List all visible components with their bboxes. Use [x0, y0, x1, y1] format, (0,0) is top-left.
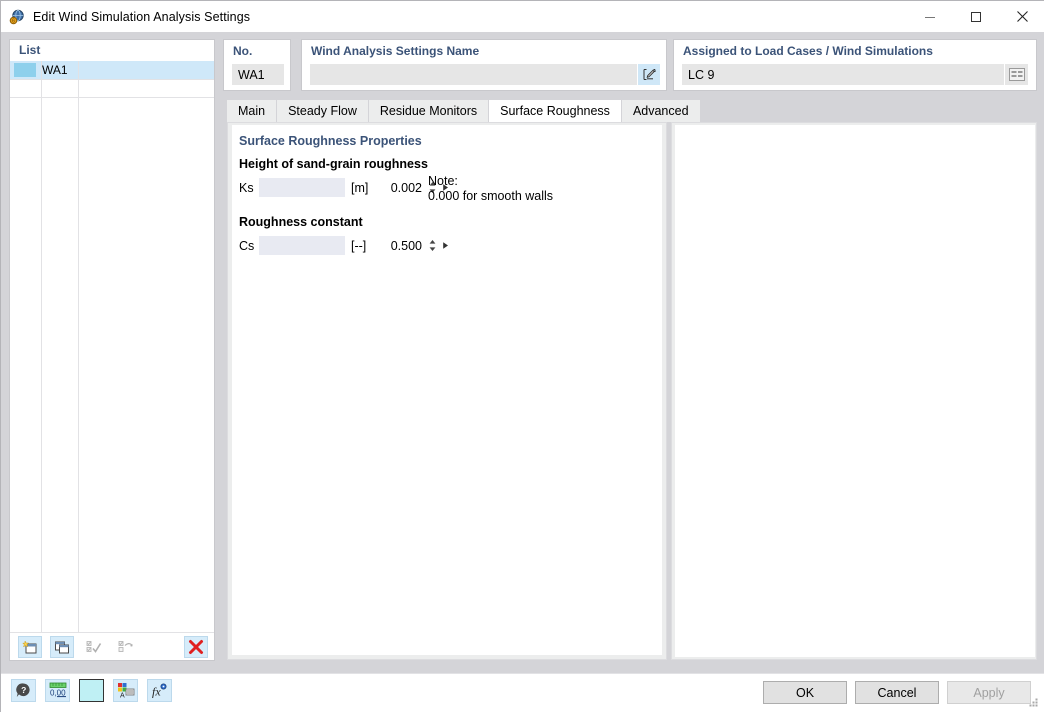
resize-grip[interactable] — [1027, 696, 1039, 708]
dialog-window: 6 Edit Wind Simulation Analysis Settings… — [0, 0, 1044, 712]
resize-grip-icon — [1029, 698, 1038, 707]
tab-filler — [700, 100, 1037, 122]
roughness-constant-group-label: Roughness constant — [239, 215, 363, 229]
window-title: Edit Wind Simulation Analysis Settings — [33, 9, 251, 24]
cs-expand-button[interactable] — [438, 236, 452, 255]
apply-button[interactable]: Apply — [947, 681, 1031, 704]
note-text: Note: 0.000 for smooth walls — [428, 174, 554, 203]
renumber-button[interactable]: A — [113, 679, 138, 702]
svg-text:fx: fx — [152, 685, 161, 699]
delete-icon — [189, 639, 203, 654]
assigned-field-panel: Assigned to Load Cases / Wind Simulation… — [673, 39, 1037, 91]
decimal-places-button[interactable]: 0,00 — [45, 679, 70, 702]
cs-stepper[interactable] — [259, 236, 448, 255]
sand-grain-group-label: Height of sand-grain roughness — [239, 157, 428, 171]
color-swatch-button[interactable] — [79, 679, 104, 702]
ks-stepper[interactable] — [259, 178, 448, 197]
list-toolbar — [10, 632, 214, 660]
name-input[interactable] — [310, 64, 637, 85]
ks-input[interactable] — [259, 179, 426, 196]
tab-content-panel: Surface Roughness Properties Height of s… — [227, 122, 667, 660]
chevron-up-down-icon — [429, 240, 435, 251]
minimize-button[interactable] — [907, 1, 953, 32]
close-icon — [1016, 11, 1028, 22]
ok-button[interactable]: OK — [763, 681, 847, 704]
formula-fx-icon: fx — [152, 683, 166, 699]
list-panel: List WA1 — [9, 39, 215, 661]
color-swatch-icon — [14, 63, 36, 77]
list-rows: WA1 — [10, 61, 214, 639]
cs-symbol-label: Cs — [239, 239, 255, 253]
maximize-icon — [971, 11, 981, 22]
no-input[interactable] — [232, 64, 284, 85]
no-field-label: No. — [233, 44, 253, 58]
section-title: Surface Roughness Properties — [239, 134, 422, 148]
title-bar: 6 Edit Wind Simulation Analysis Settings — [1, 1, 1044, 32]
grid-line — [10, 97, 214, 98]
assigned-field-label: Assigned to Load Cases / Wind Simulation… — [683, 44, 933, 58]
tab-strip: Main Steady Flow Residue Monitors Surfac… — [227, 100, 1037, 122]
tab-steady-flow[interactable]: Steady Flow — [277, 100, 369, 122]
edit-pencil-icon — [643, 69, 655, 80]
close-button[interactable] — [999, 1, 1044, 32]
ks-symbol-label: Ks — [239, 181, 254, 195]
ks-unit-label: [m] — [351, 181, 369, 195]
edit-name-button[interactable] — [638, 64, 660, 85]
tab-label: Residue Monitors — [379, 104, 478, 118]
tab-label: Surface Roughness — [500, 104, 610, 118]
help-question-icon: ? — [16, 683, 30, 697]
invert-selection-icon — [118, 640, 133, 652]
preview-area[interactable] — [675, 125, 1035, 657]
no-field-panel: No. — [223, 39, 291, 91]
new-item-button[interactable] — [18, 635, 42, 658]
cs-input[interactable] — [259, 237, 426, 254]
preview-panel — [671, 122, 1037, 660]
assigned-list-button[interactable] — [1005, 64, 1028, 85]
assigned-input[interactable] — [682, 64, 1004, 85]
table-list-icon — [1008, 68, 1025, 81]
tab-main[interactable]: Main — [227, 100, 278, 122]
maximize-button[interactable] — [953, 1, 999, 32]
invert-selection-button[interactable] — [114, 635, 138, 658]
svg-text:?: ? — [21, 685, 26, 695]
list-item-label: WA1 — [42, 63, 68, 77]
tab-label: Steady Flow — [288, 104, 357, 118]
name-field-panel: Wind Analysis Settings Name — [301, 39, 667, 91]
help-button[interactable]: ? — [11, 679, 36, 702]
select-all-button[interactable] — [82, 635, 106, 658]
minimize-icon — [925, 16, 935, 18]
tab-label: Advanced — [632, 104, 689, 118]
surface-roughness-pane: Surface Roughness Properties Height of s… — [232, 125, 662, 655]
decimal-places-icon: 0,00 — [49, 682, 66, 698]
status-bar-icons: ? 0,00 A fx — [11, 679, 181, 702]
wind-simulation-icon: 6 — [9, 9, 25, 25]
triangle-right-icon — [442, 242, 448, 249]
grid-line — [41, 61, 42, 639]
svg-text:A: A — [120, 693, 125, 700]
tab-surface-roughness[interactable]: Surface Roughness — [489, 100, 622, 122]
svg-text:6: 6 — [12, 18, 15, 24]
list-panel-title: List — [19, 43, 41, 57]
delete-button[interactable] — [184, 635, 208, 658]
tab-advanced[interactable]: Advanced — [621, 100, 701, 122]
select-all-icon — [86, 640, 102, 653]
formula-button[interactable]: fx — [147, 679, 172, 702]
copy-item-button[interactable] — [50, 635, 74, 658]
cancel-button[interactable]: Cancel — [855, 681, 939, 704]
cs-spin-arrows[interactable] — [426, 236, 438, 255]
dialog-buttons: OK Cancel Apply — [755, 681, 1031, 704]
tab-label: Main — [238, 104, 266, 118]
name-field-label: Wind Analysis Settings Name — [311, 44, 480, 58]
renumber-icon: A — [117, 683, 134, 700]
grid-line — [78, 61, 79, 639]
cs-unit-label: [--] — [351, 239, 367, 253]
tab-residue-monitors[interactable]: Residue Monitors — [368, 100, 490, 122]
copy-item-icon — [55, 641, 69, 653]
new-item-icon — [22, 639, 37, 653]
